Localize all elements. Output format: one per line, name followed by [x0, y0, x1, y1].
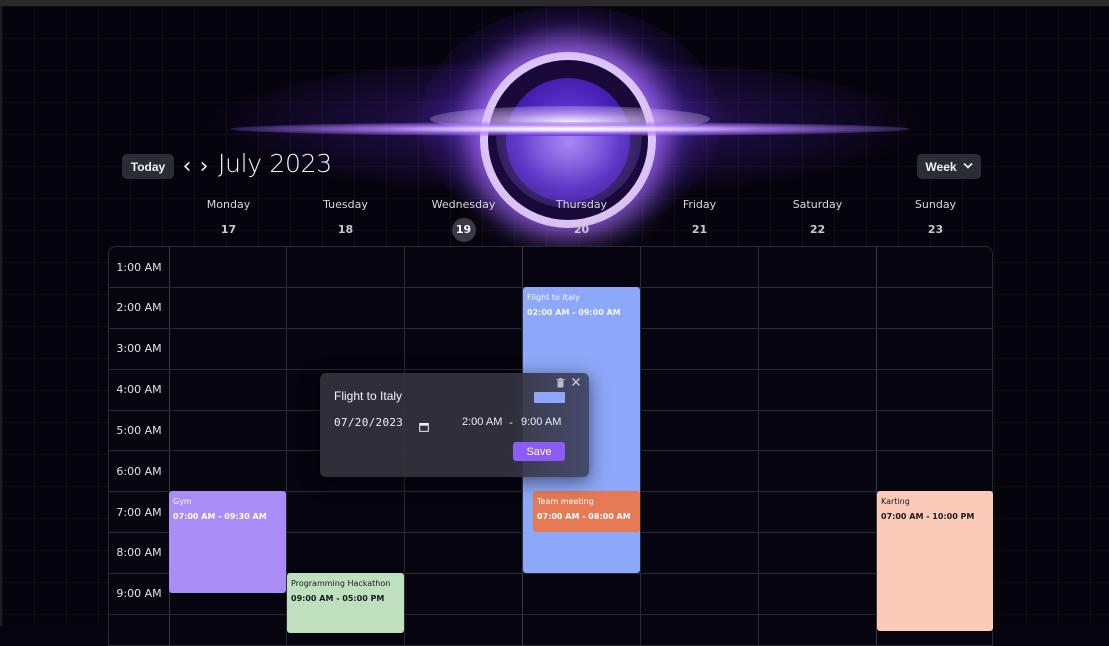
event-karting[interactable]: Karting 07:00 AM - 10:00 PM	[877, 491, 993, 631]
day-name: Tuesday	[323, 198, 368, 211]
day-header-monday[interactable]: Monday 17	[170, 196, 287, 242]
day-header-tuesday[interactable]: Tuesday 18	[287, 196, 404, 242]
time-label: 2:00 AM	[116, 301, 162, 314]
trash-icon[interactable]	[556, 378, 565, 391]
calendar-icon[interactable]	[419, 417, 429, 432]
event-time: 07:00 AM - 10:00 PM	[881, 512, 975, 521]
event-title: Gym	[173, 497, 192, 506]
event-programming-hackathon[interactable]: Programming Hackathon 09:00 AM - 05:00 P…	[287, 573, 404, 633]
event-gym[interactable]: Gym 07:00 AM - 09:30 AM	[169, 491, 286, 593]
event-time: 09:00 AM - 05:00 PM	[291, 594, 385, 603]
time-label: 7:00 AM	[116, 506, 162, 519]
grid-column-divider	[640, 247, 641, 645]
event-time: 07:00 AM - 08:00 AM	[537, 512, 631, 521]
event-title: Programming Hackathon	[291, 579, 391, 588]
month-title: July 2023	[218, 149, 332, 178]
event-time: 02:00 AM - 09:00 AM	[527, 308, 621, 317]
time-label: 5:00 AM	[116, 424, 162, 437]
day-number: 18	[337, 223, 354, 236]
day-name: Sunday	[914, 198, 957, 211]
grid-row-divider	[109, 614, 992, 615]
grid-column-divider	[758, 247, 759, 645]
day-number-today: 19	[451, 218, 476, 242]
event-title: Karting	[881, 497, 910, 506]
event-time: 07:00 AM - 09:30 AM	[173, 512, 267, 521]
chevron-right-icon[interactable]: ›	[197, 152, 211, 180]
day-name: Saturday	[792, 198, 843, 211]
event-title: Team meeting	[537, 497, 594, 506]
view-select-label: Week	[925, 159, 957, 174]
time-label: 4:00 AM	[116, 383, 162, 396]
event-date-input[interactable]: 07/20/2023	[334, 416, 403, 429]
today-button[interactable]: Today	[122, 154, 174, 179]
day-number: 23	[927, 223, 944, 236]
time-label: 3:00 AM	[116, 342, 162, 355]
time-range-separator: -	[509, 416, 513, 429]
day-name: Friday	[682, 198, 717, 211]
time-label: 9:00 AM	[116, 587, 162, 600]
view-select-button[interactable]: Week	[917, 154, 981, 179]
day-header-saturday[interactable]: Saturday 22	[759, 196, 876, 242]
start-time-input[interactable]: 2:00 AM	[462, 416, 502, 428]
day-number: 21	[691, 223, 708, 236]
event-color-swatch[interactable]	[534, 392, 565, 403]
day-name: Wednesday	[431, 198, 496, 211]
chevron-down-icon	[962, 161, 973, 172]
event-team-meeting[interactable]: Team meeting 07:00 AM - 08:00 AM	[533, 491, 640, 532]
day-number: 17	[220, 223, 237, 236]
day-header-wednesday[interactable]: Wednesday 19	[405, 196, 522, 242]
day-header-friday[interactable]: Friday 21	[641, 196, 758, 242]
day-number: 20	[573, 223, 590, 236]
day-header-thursday[interactable]: Thursday 20	[523, 196, 640, 242]
time-label: 1:00 AM	[116, 261, 162, 274]
close-icon[interactable]	[571, 376, 581, 390]
time-label: 8:00 AM	[116, 546, 162, 559]
day-name: Thursday	[555, 198, 608, 211]
time-label: 6:00 AM	[116, 465, 162, 478]
day-name: Monday	[206, 198, 251, 211]
end-time-input[interactable]: 9:00 AM	[521, 416, 561, 428]
popup-title-input[interactable]: Flight to Italy	[334, 389, 402, 403]
chevron-left-icon[interactable]: ‹	[180, 152, 194, 180]
event-title: Flight to Italy	[527, 293, 580, 302]
day-number: 22	[809, 223, 826, 236]
save-button[interactable]: Save	[513, 442, 565, 461]
day-header-sunday[interactable]: Sunday 23	[877, 196, 994, 242]
